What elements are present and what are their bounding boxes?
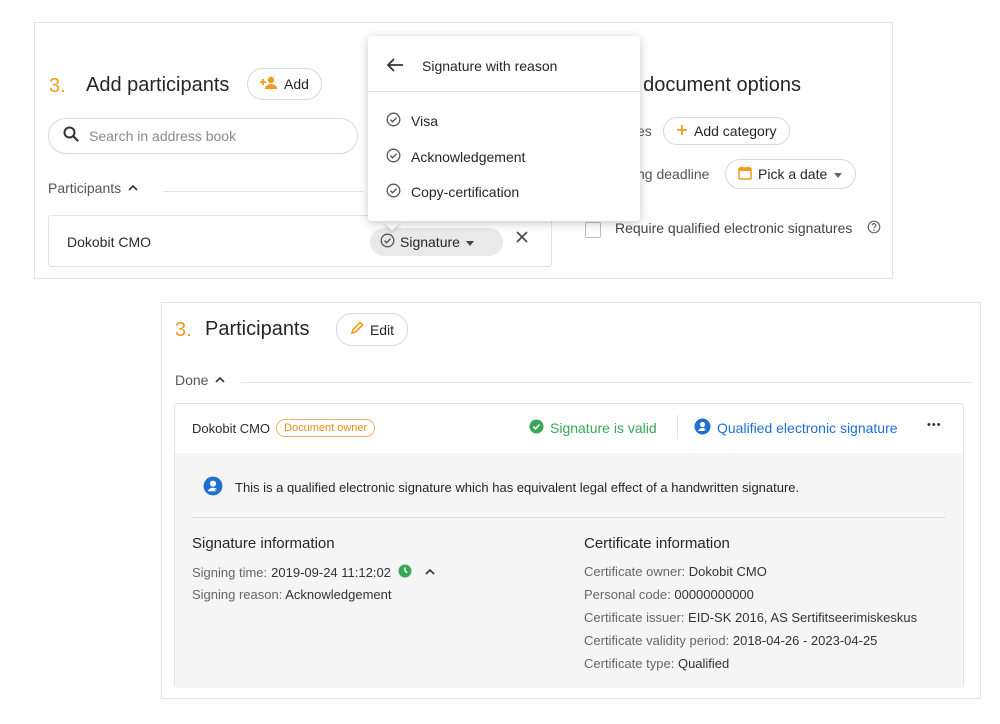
participant-header: Dokobit CMO Document owner	[192, 419, 376, 437]
add-button-label: Add	[284, 76, 309, 92]
menu-item-label: Copy-certification	[411, 184, 520, 200]
menu-divider	[368, 91, 640, 92]
personal-code-value: 00000000000	[674, 587, 754, 602]
chevron-up-icon	[214, 372, 226, 388]
add-participant-button[interactable]: Add	[247, 68, 322, 100]
participants-summary-panel: 3. Participants Edit Done Dokobit CMO Do…	[161, 302, 981, 699]
divider	[163, 191, 363, 192]
menu-item-acknowledgement[interactable]: Acknowledgement	[386, 148, 525, 166]
cert-type-value: Qualified	[677, 656, 730, 671]
personal-code-row: Personal code: 00000000000	[584, 587, 754, 602]
signing-reason-row: Signing reason: Acknowledgement	[192, 587, 391, 602]
cert-type-row: Certificate type: Qualified	[584, 656, 729, 671]
divider	[192, 517, 946, 518]
help-icon[interactable]	[867, 220, 881, 239]
add-person-icon	[260, 76, 278, 93]
qes-notice-text: This is a qualified electronic signature…	[235, 480, 800, 495]
menu-item-copy-certification[interactable]: Copy-certification	[386, 183, 519, 201]
step-number: 3.	[49, 75, 66, 97]
done-label: Done	[175, 372, 209, 388]
close-icon[interactable]	[515, 230, 529, 249]
check-circle-icon	[380, 233, 395, 251]
qes-shield-icon	[203, 476, 223, 499]
cert-validity-value: 2018-04-26 - 2023-04-25	[732, 633, 878, 648]
signature-chip-label: Signature	[400, 234, 460, 250]
more-options-icon[interactable]: •••	[927, 419, 942, 431]
signing-reason-label: Signing reason:	[192, 587, 283, 602]
check-circle-icon	[386, 183, 401, 201]
signature-details: This is a qualified electronic signature…	[175, 453, 963, 688]
plus-icon	[676, 123, 688, 139]
pencil-icon	[350, 321, 364, 338]
cert-issuer-row: Certificate issuer: EID-SK 2016, AS Sert…	[584, 610, 917, 625]
check-circle-icon	[386, 112, 401, 130]
signature-info-heading: Signature information	[192, 535, 335, 552]
divider	[242, 382, 972, 383]
signature-valid-status: Signature is valid	[529, 419, 657, 437]
participant-row: Dokobit CMO Signature	[48, 215, 552, 267]
signed-participant-card: Dokobit CMO Document owner Signature is …	[174, 403, 964, 688]
edit-button[interactable]: Edit	[336, 313, 408, 346]
participant-name: Dokobit CMO	[67, 234, 152, 250]
qes-shield-icon	[694, 418, 711, 438]
participant-name: Dokobit CMO	[192, 420, 271, 436]
signing-reason-value: Acknowledgement	[285, 587, 392, 602]
cert-owner-value: Dokobit CMO	[688, 564, 767, 579]
pick-date-label: Pick a date	[758, 166, 828, 182]
menu-item-label: Visa	[411, 113, 438, 129]
cert-owner-label: Certificate owner:	[584, 564, 686, 579]
document-options-title: t document options	[632, 74, 801, 96]
require-qes-label: Require qualified electronic signatures	[615, 220, 853, 236]
menu-header: Signature with reason	[422, 58, 558, 74]
cert-validity-label: Certificate validity period:	[584, 633, 730, 648]
edit-button-label: Edit	[369, 321, 395, 338]
clock-icon	[398, 564, 412, 581]
calendar-icon	[738, 166, 752, 183]
step-number: 3.	[175, 319, 192, 341]
cert-validity-row: Certificate validity period: 2018-04-26 …	[584, 633, 877, 648]
section-title: Add participants	[86, 74, 230, 96]
vertical-divider	[677, 415, 678, 439]
qes-notice: This is a qualified electronic signature…	[203, 476, 799, 499]
menu-item-visa[interactable]: Visa	[386, 112, 438, 130]
require-qes-checkbox[interactable]	[585, 222, 601, 238]
back-arrow-icon[interactable]	[386, 57, 404, 78]
chevron-up-icon[interactable]	[424, 565, 436, 580]
qes-link[interactable]: Qualified electronic signature	[694, 418, 898, 438]
signing-time-row: Signing time: 2019-09-24 11:12:02	[192, 564, 436, 581]
cert-owner-row: Certificate owner: Dokobit CMO	[584, 564, 767, 579]
cert-type-label: Certificate type:	[584, 656, 675, 671]
caret-down-icon	[833, 166, 843, 182]
cert-issuer-label: Certificate issuer:	[584, 610, 685, 625]
qes-label: Qualified electronic signature	[717, 420, 898, 436]
cert-issuer-value: EID-SK 2016, AS Sertifitseerimiskeskus	[688, 610, 918, 625]
signature-valid-label: Signature is valid	[550, 420, 657, 436]
menu-item-label: Acknowledgement	[411, 149, 526, 165]
personal-code-label: Personal code:	[584, 587, 671, 602]
done-toggle[interactable]: Done	[175, 372, 226, 388]
add-category-label: Add category	[694, 123, 777, 139]
search-icon	[63, 126, 79, 147]
participants-label: Participants	[48, 180, 122, 196]
address-book-search[interactable]	[48, 118, 358, 154]
search-input[interactable]	[89, 128, 319, 144]
participants-toggle[interactable]: Participants	[48, 180, 139, 196]
document-owner-badge: Document owner	[276, 419, 376, 437]
chevron-up-icon	[127, 180, 139, 196]
signature-reason-menu: Signature with reason Visa Acknowledgeme…	[368, 36, 640, 221]
signing-deadline-label: ng deadline	[637, 166, 710, 182]
signature-type-select[interactable]: Signature	[370, 228, 503, 256]
check-circle-filled-icon	[529, 419, 544, 437]
add-category-button[interactable]: Add category	[663, 117, 790, 145]
pick-date-button[interactable]: Pick a date	[725, 159, 857, 189]
check-circle-icon	[386, 148, 401, 166]
section-title: Participants	[205, 318, 310, 340]
caret-down-icon	[465, 234, 475, 250]
signing-time-label: Signing time:	[192, 565, 268, 580]
signing-time-value: 2019-09-24 11:12:02	[271, 565, 391, 580]
certificate-info-heading: Certificate information	[584, 535, 730, 552]
